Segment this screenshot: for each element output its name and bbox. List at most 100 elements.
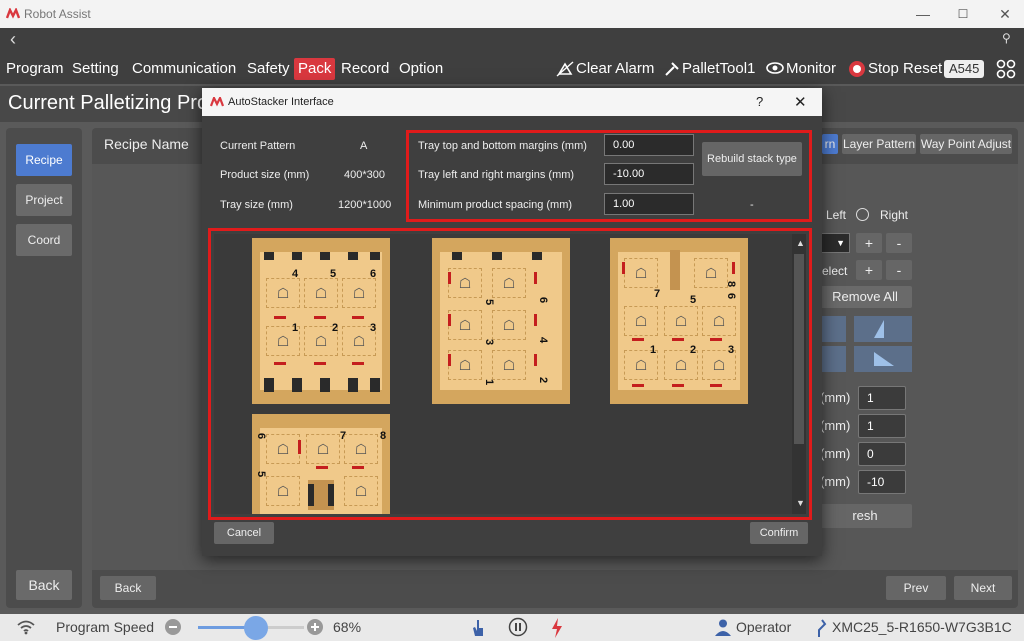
- rebuild-stack-button[interactable]: Rebuild stack type: [702, 142, 802, 176]
- product-size-value: 400*300: [344, 169, 385, 181]
- dash-text: -: [750, 199, 754, 211]
- next-button[interactable]: Next: [954, 576, 1012, 600]
- lr-margin-label: Tray left and right margins (mm): [418, 169, 575, 181]
- maximize-button[interactable]: ☐: [952, 4, 974, 24]
- cancel-button[interactable]: Cancel: [214, 522, 274, 544]
- pattern-thumbnail-4[interactable]: ☖ ☖ ☖ ☖ ☖ 6 7 8 5: [252, 414, 390, 514]
- pattern-1-num: 6: [370, 268, 377, 280]
- close-window-button[interactable]: ✕: [994, 4, 1016, 24]
- menu-record[interactable]: Record: [337, 58, 393, 80]
- refresh-button[interactable]: resh: [818, 504, 912, 528]
- pattern-4-num: 8: [380, 430, 387, 442]
- program-speed-label: Program Speed: [56, 619, 155, 635]
- orient-button-3[interactable]: [822, 346, 846, 372]
- offset-field-1[interactable]: 1: [858, 386, 906, 410]
- menu-program[interactable]: Program: [2, 58, 68, 80]
- pause-icon[interactable]: [508, 617, 528, 637]
- pattern-2-num: 4: [537, 336, 550, 344]
- monitor-button[interactable]: Monitor: [786, 58, 836, 80]
- robot-arm-icon: [818, 619, 827, 637]
- emergency-stop-icon[interactable]: [550, 617, 564, 639]
- minus-button-2[interactable]: -: [886, 260, 912, 280]
- tab-way-point-adjust[interactable]: Way Point Adjust: [920, 134, 1012, 154]
- orient-button-4[interactable]: [854, 346, 912, 372]
- plus-speed-icon[interactable]: [306, 618, 324, 636]
- stop-reset-button[interactable]: Stop Reset: [868, 58, 942, 80]
- menu-setting[interactable]: Setting: [68, 58, 123, 80]
- minus-button-1[interactable]: -: [886, 233, 912, 253]
- clear-alarm-button[interactable]: Clear Alarm: [576, 58, 654, 80]
- app-title: Robot Assist: [24, 7, 91, 21]
- sidebar-back-button[interactable]: Back: [16, 570, 72, 600]
- scrollbar[interactable]: ▲ ▼: [792, 234, 806, 514]
- select-label: elect: [822, 264, 848, 278]
- remove-all-button[interactable]: Remove All: [818, 286, 912, 308]
- scroll-up-icon[interactable]: ▲: [796, 238, 805, 248]
- tray-size-value: 1200*1000: [338, 199, 392, 211]
- main-back-button[interactable]: Back: [100, 576, 156, 600]
- back-arrow-icon[interactable]: ‹: [10, 29, 16, 50]
- side-dropdown[interactable]: ▼: [818, 233, 850, 253]
- menu-pack[interactable]: Pack: [294, 58, 336, 80]
- plus-button-2[interactable]: +: [856, 260, 882, 280]
- mm-label-1: (mm): [820, 390, 851, 405]
- sidebar-item-recipe[interactable]: Recipe: [16, 144, 72, 176]
- dialog-close-button[interactable]: ✕: [794, 93, 807, 111]
- confirm-button[interactable]: Confirm: [750, 522, 808, 544]
- tb-margin-input[interactable]: 0.00: [604, 134, 694, 156]
- sidebar-item-project[interactable]: Project: [16, 184, 72, 216]
- orient-button-1[interactable]: [822, 316, 846, 342]
- pallet-surface: [260, 252, 382, 390]
- nav-row: ‹ ⚲: [0, 28, 1024, 52]
- pattern-thumbnail-1[interactable]: ☖ ☖ ☖ ☖ ☖ ☖ 4 5 6 1 2 3: [252, 238, 390, 404]
- offset-field-2[interactable]: 1: [858, 414, 906, 438]
- menu-option[interactable]: Option: [395, 58, 447, 80]
- pattern-2-num: 1: [483, 378, 496, 386]
- pattern-1-num: 4: [292, 268, 299, 280]
- offset-field-4[interactable]: -10: [858, 470, 906, 494]
- pattern-thumbnail-3[interactable]: ☖ ☖ ☖ ☖ ☖ ☖ ☖ ☖ 7 5 8 6 1 2 3: [610, 238, 748, 404]
- hand-icon[interactable]: [470, 618, 486, 638]
- grid-menu-icon[interactable]: [996, 59, 1016, 79]
- menu-communication[interactable]: Communication: [128, 58, 240, 80]
- pattern-1-num: 1: [292, 322, 299, 334]
- pattern-2-num: 2: [537, 376, 550, 384]
- clear-alarm-icon: [556, 61, 574, 77]
- scroll-thumb[interactable]: [794, 254, 804, 444]
- pattern-4-num: 6: [255, 432, 268, 440]
- orient-button-2[interactable]: [854, 316, 912, 342]
- product-size-label: Product size (mm): [220, 169, 310, 181]
- lr-margin-input[interactable]: -10.00: [604, 163, 694, 185]
- spacing-input[interactable]: 1.00: [604, 193, 694, 215]
- pattern-1-num: 2: [332, 322, 339, 334]
- pattern-3-num: 6: [725, 292, 738, 300]
- scroll-down-icon[interactable]: ▼: [796, 498, 805, 508]
- sidebar-item-coord[interactable]: Coord: [16, 224, 72, 256]
- tool-icon: [665, 62, 679, 76]
- tab-pattern[interactable]: rn: [822, 134, 838, 154]
- pattern-2-num: 5: [483, 298, 496, 306]
- minus-speed-icon[interactable]: [164, 618, 182, 636]
- search-icon[interactable]: ⚲: [1002, 31, 1011, 45]
- triangle-icon: [874, 320, 884, 338]
- wifi-icon: [17, 620, 35, 635]
- pattern-2-num: 3: [483, 338, 496, 346]
- status-badge: A545: [944, 60, 985, 78]
- tb-margin-label: Tray top and bottom margins (mm): [418, 140, 587, 152]
- pallet-tool-button[interactable]: PalletTool1: [682, 58, 755, 80]
- pattern-gallery: ☖ ☖ ☖ ☖ ☖ ☖ 4 5 6 1 2 3 ☖ ☖ ☖ ☖ ☖ ☖ 6 5 4 3 2 1: [214, 234, 806, 514]
- pattern-thumbnail-2[interactable]: ☖ ☖ ☖ ☖ ☖ ☖ 6 5 4 3 2 1: [432, 238, 570, 404]
- tab-layer-pattern[interactable]: Layer Pattern: [842, 134, 916, 154]
- offset-field-3[interactable]: 0: [858, 442, 906, 466]
- pattern-3-num: 8: [725, 280, 738, 288]
- pattern-2-num: 6: [537, 296, 550, 304]
- plus-button-1[interactable]: +: [856, 233, 882, 253]
- help-button[interactable]: ?: [756, 94, 763, 109]
- minimize-button[interactable]: —: [912, 4, 934, 24]
- prev-button[interactable]: Prev: [886, 576, 946, 600]
- operator-label[interactable]: Operator: [736, 619, 791, 635]
- pattern-3-num: 1: [650, 344, 657, 356]
- menu-safety[interactable]: Safety: [243, 58, 294, 80]
- speed-slider-thumb[interactable]: [244, 616, 268, 640]
- right-radio[interactable]: [856, 208, 869, 221]
